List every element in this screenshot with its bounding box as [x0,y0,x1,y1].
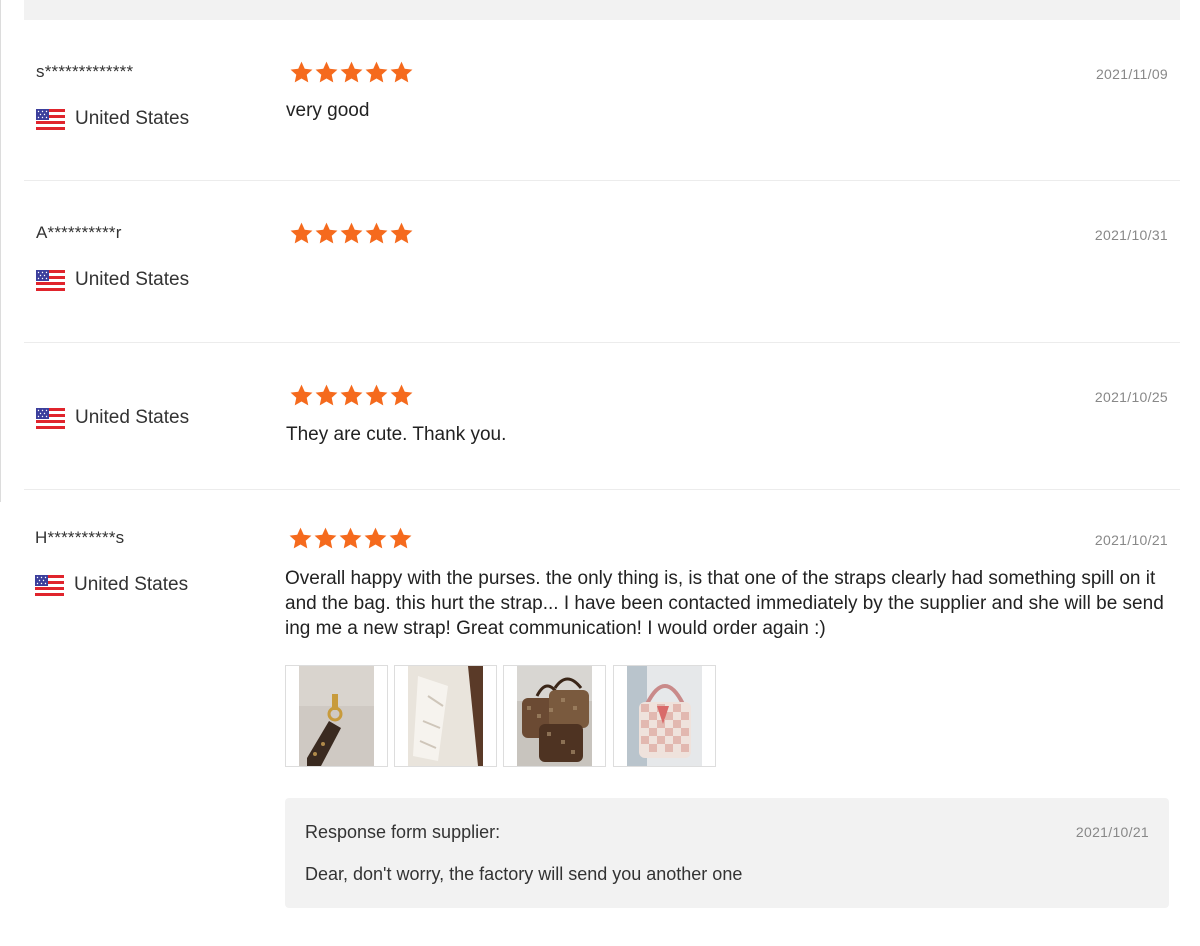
supplier-response: Response form supplier: 2021/10/21 Dear,… [285,798,1169,908]
star-icon [314,221,339,246]
review-date: 2021/11/09 [1095,66,1168,82]
star-icon [364,221,389,246]
star-icon [339,221,364,246]
review-item: A**********r United States 2021/10/31 [24,181,1180,343]
star-icon [389,60,414,85]
star-icon [389,383,414,408]
reviewer-name: A**********r [36,223,122,242]
review-date: 2021/10/21 [1094,532,1168,548]
review-comment: very good [286,100,370,121]
response-text: Dear, don't worry, the factory will send… [305,864,743,884]
reviewer-country: United States [36,269,189,291]
reviewer-country: United States [35,574,188,596]
reviewer-name: H**********s [35,528,125,547]
review-item: s************* United States 2021/11/09 … [24,20,1180,181]
us-flag-icon [36,270,65,291]
star-icon [289,221,314,246]
star-icon [289,60,314,85]
us-flag-icon [36,408,65,429]
star-icon [364,383,389,408]
review-photo-thumbnail[interactable] [285,665,388,767]
star-icon [314,60,339,85]
star-icon [289,383,314,408]
review-comment: Overall happy with the purses. the only … [285,568,1164,639]
review-photo-thumbnail[interactable] [394,665,497,767]
strap-photo-image [299,666,374,766]
review-item: H**********s United States 2021/10/21 Ov… [24,490,1180,946]
star-icon [389,221,414,246]
star-rating [289,221,414,246]
country-name: United States [75,269,190,290]
star-rating [288,526,413,551]
bag-detail-photo-image [408,666,483,766]
star-icon [314,383,339,408]
star-icon [363,526,388,551]
reviews-header-band [24,0,1180,20]
review-comment: They are cute. Thank you. [286,424,507,445]
reviewer-name: s************* [36,62,134,81]
review-date: 2021/10/25 [1094,389,1168,405]
brown-bags-photo-image [517,666,592,766]
country-name: United States [75,108,190,129]
star-icon [339,383,364,408]
review-photo-thumbnail[interactable] [503,665,606,767]
review-date: 2021/10/31 [1094,227,1168,243]
reviewer-country: United States [36,407,189,429]
us-flag-icon [35,575,64,596]
star-icon [338,526,363,551]
country-name: United States [74,574,189,595]
us-flag-icon [36,109,65,130]
pink-bag-photo-image [627,666,702,766]
star-icon [288,526,313,551]
star-rating [289,383,414,408]
response-title: Response form supplier: [305,822,501,842]
star-icon [313,526,338,551]
star-icon [364,60,389,85]
review-photos [285,665,722,767]
star-rating [289,60,414,85]
reviewer-country: United States [36,108,189,130]
page-left-border [0,0,1,502]
review-item: United States 2021/10/25 They are cute. … [24,343,1180,490]
star-icon [388,526,413,551]
review-photo-thumbnail[interactable] [613,665,716,767]
country-name: United States [75,407,190,428]
response-date: 2021/10/21 [1075,824,1149,840]
star-icon [339,60,364,85]
